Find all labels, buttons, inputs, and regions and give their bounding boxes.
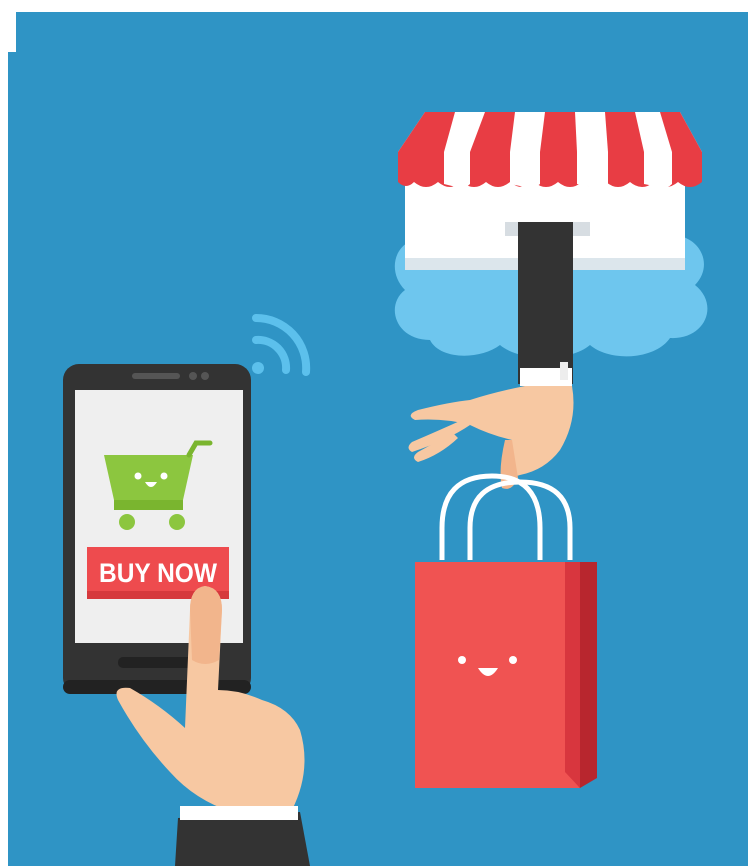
storefront-awning-icon	[398, 112, 702, 189]
cufflink	[560, 362, 568, 380]
phone-speaker	[132, 373, 180, 379]
jacket-sleeve	[175, 812, 310, 866]
buy-now-label: BUY NOW	[99, 558, 217, 588]
illustration: BUY NOW	[8, 12, 748, 866]
bag-eye-left	[458, 656, 466, 664]
top-left-notch	[8, 12, 16, 52]
bag-body	[415, 562, 580, 788]
smartphone: BUY NOW	[63, 364, 251, 694]
shirt-cuff-bottom	[180, 806, 298, 820]
store-group	[394, 112, 708, 386]
phone-camera	[189, 372, 197, 380]
sleeve-arm	[518, 222, 573, 384]
bag-eye-right	[509, 656, 517, 664]
phone-sensor	[201, 372, 209, 380]
